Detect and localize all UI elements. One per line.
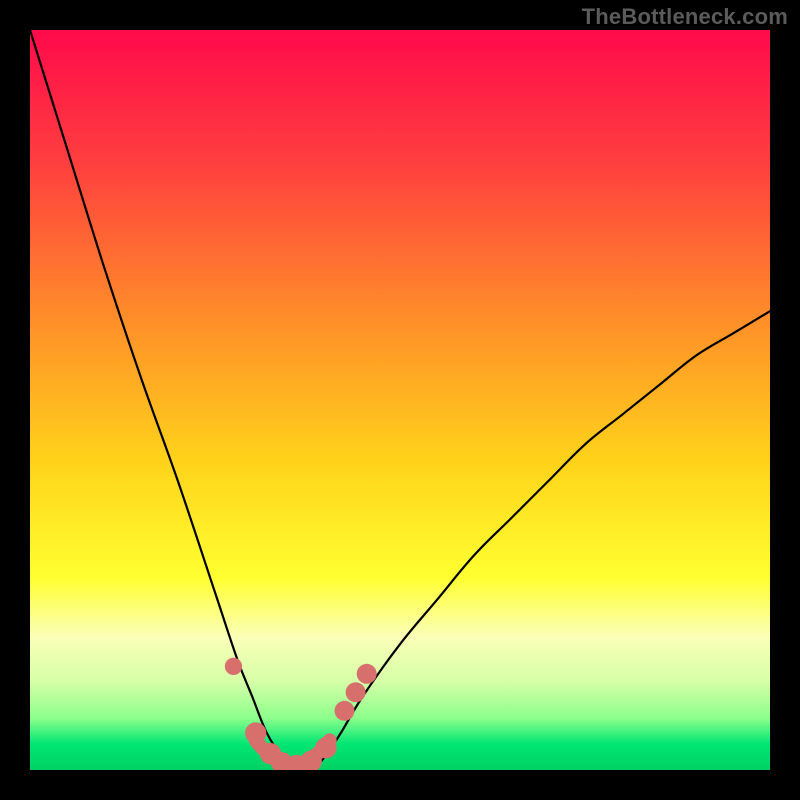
plot-area [30, 30, 770, 770]
curve-marker [346, 682, 366, 702]
curve-marker [225, 658, 242, 675]
curve-marker [315, 737, 336, 758]
curve-marker [357, 664, 377, 684]
curve-marker [335, 701, 355, 721]
gradient-background [30, 30, 770, 770]
curve-marker [245, 722, 266, 743]
chart-svg [30, 30, 770, 770]
watermark-text: TheBottleneck.com [582, 4, 788, 30]
chart-frame: TheBottleneck.com [0, 0, 800, 800]
